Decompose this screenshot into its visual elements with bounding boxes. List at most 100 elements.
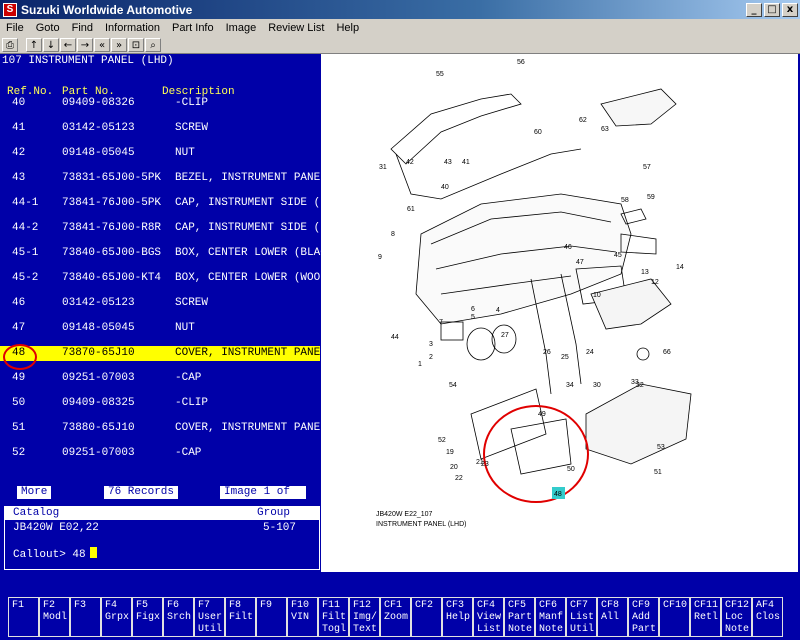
last-icon[interactable]: »: [111, 38, 127, 52]
fkey-cf7[interactable]: CF7 List Util: [566, 597, 597, 637]
callout-label[interactable]: 24: [586, 349, 594, 356]
callout-label[interactable]: 42: [406, 159, 414, 166]
callout-label[interactable]: 30: [593, 382, 601, 389]
callout-label[interactable]: 61: [407, 206, 415, 213]
right-icon[interactable]: →: [77, 38, 93, 52]
maximize-button[interactable]: □: [764, 2, 780, 17]
fkey-f5[interactable]: F5 Figx: [132, 597, 163, 637]
callout-label[interactable]: 32: [636, 382, 644, 389]
table-row[interactable]: 45-1 73840-65J00-BGS BOX, CENTER LOWER (BL…: [0, 246, 333, 271]
callout-label[interactable]: 53: [657, 444, 665, 451]
callout-label[interactable]: 7: [439, 319, 443, 326]
fkey-cf4[interactable]: CF4 View List: [473, 597, 504, 637]
callout-label[interactable]: 27: [501, 332, 509, 339]
callout-label[interactable]: 52: [438, 437, 446, 444]
table-row[interactable]: 48 73870-65J10 COVER, INSTRUMENT PANEL: [0, 346, 327, 361]
minimize-button[interactable]: _: [746, 2, 762, 17]
fkey-f4[interactable]: F4 Grpx: [101, 597, 132, 637]
fkey-cf2[interactable]: CF2: [411, 597, 442, 637]
callout-label[interactable]: 19: [446, 449, 454, 456]
menu-image[interactable]: Image: [220, 22, 263, 34]
first-icon[interactable]: «: [94, 38, 110, 52]
table-row[interactable]: 44-1 73841-76J00-5PK CAP, INSTRUMENT SIDE …: [0, 196, 333, 221]
callout-label[interactable]: 47: [576, 259, 584, 266]
callout-label[interactable]: 44: [391, 334, 399, 341]
callout-label[interactable]: 66: [663, 349, 671, 356]
parts-diagram[interactable]: 48 55 56 62 63 31 42 43 41 60 57 58 59 40 61 8 9 46 47 45 1…: [321, 54, 798, 572]
fkey-cf12[interactable]: CF12 Loc Note: [721, 597, 752, 637]
callout-label[interactable]: 41: [462, 159, 470, 166]
menu-part-info[interactable]: Part Info: [166, 22, 220, 34]
callout-label[interactable]: 55: [436, 71, 444, 78]
callout-label[interactable]: 51: [654, 469, 662, 476]
menu-find[interactable]: Find: [66, 22, 99, 34]
table-row[interactable]: 44-2 73841-76J00-R8R CAP, INSTRUMENT SIDE …: [0, 221, 333, 246]
print-icon[interactable]: ⎙: [2, 38, 18, 52]
table-row[interactable]: 42 09148-05045 NUT: [0, 146, 320, 171]
table-row[interactable]: 43 73831-65J00-5PK BEZEL, INSTRUMENT PANEL: [0, 171, 327, 196]
fkey-f7[interactable]: F7 User Util: [194, 597, 225, 637]
callout-label[interactable]: 14: [676, 264, 684, 271]
callout-label[interactable]: 56: [517, 59, 525, 66]
callout-label[interactable]: 10: [593, 292, 601, 299]
callout-label[interactable]: 34: [566, 382, 574, 389]
callout-label[interactable]: 1: [418, 361, 422, 368]
callout-label[interactable]: 22: [455, 475, 463, 482]
fkey-f2[interactable]: F2 Modl: [39, 597, 70, 637]
table-row[interactable]: 50 09409-08325 -CLIP: [0, 396, 320, 421]
menu-information[interactable]: Information: [99, 22, 166, 34]
fkey-f8[interactable]: F8 Filt: [225, 597, 256, 637]
callout-label[interactable]: 4: [496, 307, 500, 314]
fkey-cf9[interactable]: CF9 Add Part: [628, 597, 659, 637]
callout-label[interactable]: 6: [471, 306, 475, 313]
left-icon[interactable]: ←: [60, 38, 76, 52]
table-row[interactable]: 49 09251-07003 -CAP: [0, 371, 320, 396]
callout-label[interactable]: 13: [641, 269, 649, 276]
callout-label[interactable]: 58: [621, 197, 629, 204]
callout-label[interactable]: 57: [643, 164, 651, 171]
fkey-f6[interactable]: F6 Srch: [163, 597, 194, 637]
fkey-f12[interactable]: F12 Img/Text: [349, 597, 380, 637]
down-icon[interactable]: ↓: [43, 38, 59, 52]
fkey-af4[interactable]: AF4 Clos: [752, 597, 783, 637]
callout-label[interactable]: 50: [567, 466, 575, 473]
callout-label[interactable]: 54: [449, 382, 457, 389]
fkey-cf6[interactable]: CF6 Manf Note: [535, 597, 566, 637]
callout-value[interactable]: 48: [72, 549, 85, 561]
callout-label[interactable]: 12: [651, 279, 659, 286]
callout-label[interactable]: 25: [561, 354, 569, 361]
fkey-f10[interactable]: F10 VIN: [287, 597, 318, 637]
search-icon[interactable]: ⌕: [145, 38, 161, 52]
menu-review-list[interactable]: Review List: [262, 22, 330, 34]
callout-label[interactable]: 60: [534, 129, 542, 136]
callout-label[interactable]: 49: [538, 411, 546, 418]
callout-label[interactable]: 26: [543, 349, 551, 356]
table-row[interactable]: 51 73880-65J10 COVER, INSTRUMENT PANEL: [0, 421, 327, 446]
callout-label[interactable]: 31: [379, 164, 387, 171]
fkey-f1[interactable]: F1: [8, 597, 39, 637]
fkey-cf11[interactable]: CF11 Retl: [690, 597, 721, 637]
callout-label[interactable]: 62: [579, 117, 587, 124]
table-row[interactable]: 47 09148-05045 NUT: [0, 321, 320, 346]
menu-goto[interactable]: Goto: [30, 22, 66, 34]
fkey-cf10[interactable]: CF10: [659, 597, 690, 637]
fkey-cf1[interactable]: CF1 Zoom: [380, 597, 411, 637]
fkey-cf3[interactable]: CF3 Help: [442, 597, 473, 637]
zoom-icon[interactable]: ⊡: [128, 38, 144, 52]
menu-help[interactable]: Help: [330, 22, 365, 34]
fkey-f9[interactable]: F9: [256, 597, 287, 637]
table-row[interactable]: 40 09409-08326 -CLIP: [0, 96, 320, 121]
callout-label[interactable]: 59: [647, 194, 655, 201]
callout-label[interactable]: 5: [471, 314, 475, 321]
callout-label[interactable]: 3: [429, 341, 433, 348]
callout-label[interactable]: 46: [564, 244, 572, 251]
close-button[interactable]: x: [782, 2, 798, 17]
callout-field[interactable]: Callout> 48: [13, 547, 97, 561]
callout-label[interactable]: 43: [444, 159, 452, 166]
callout-label[interactable]: 45: [614, 252, 622, 259]
more-button[interactable]: More: [17, 486, 52, 499]
table-row[interactable]: 52 09251-07003 -CAP: [0, 446, 320, 471]
table-row[interactable]: 46 03142-05123 SCREW: [0, 296, 320, 321]
callout-label[interactable]: 23: [481, 461, 489, 468]
callout-label[interactable]: 20: [450, 464, 458, 471]
